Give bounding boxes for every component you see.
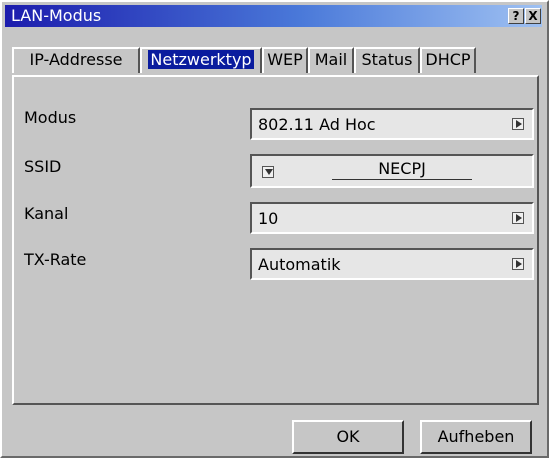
ssid-field[interactable]: NECPJ <box>250 154 534 188</box>
modus-select[interactable]: 802.11 Ad Hoc <box>250 108 534 140</box>
arrow-right-icon[interactable] <box>512 212 524 224</box>
kanal-value: 10 <box>258 209 279 228</box>
tab-label: WEP <box>267 50 303 69</box>
tab-label: IP-Addresse <box>29 50 123 69</box>
tab-label: DHCP <box>425 50 471 69</box>
window-title: LAN-Modus <box>11 6 102 25</box>
arrow-right-icon[interactable] <box>512 258 524 270</box>
tab-wep[interactable]: WEP <box>262 47 308 73</box>
cancel-button[interactable]: Aufheben <box>420 420 532 454</box>
arrow-right-icon[interactable] <box>512 118 524 130</box>
txrate-value: Automatik <box>258 255 341 274</box>
ssid-label: SSID <box>24 157 62 176</box>
tab-dhcp[interactable]: DHCP <box>420 47 476 73</box>
dialog-window: LAN-Modus ? X IP-Addresse Netzwerktyp WE… <box>0 0 549 458</box>
tab-label: Mail <box>314 50 348 69</box>
kanal-select[interactable]: 10 <box>250 202 534 234</box>
modus-label: Modus <box>24 108 77 127</box>
close-button[interactable]: X <box>525 8 541 24</box>
txrate-label: TX-Rate <box>24 250 87 269</box>
tab-label: Status <box>361 50 413 69</box>
tab-mail[interactable]: Mail <box>308 47 354 73</box>
tab-status[interactable]: Status <box>354 47 420 73</box>
tab-netzwerktyp[interactable]: Netzwerktyp <box>140 47 262 73</box>
txrate-select[interactable]: Automatik <box>250 248 534 280</box>
tab-ip-addresse[interactable]: IP-Addresse <box>12 47 140 73</box>
ok-button[interactable]: OK <box>292 420 404 454</box>
modus-value: 802.11 Ad Hoc <box>258 115 376 134</box>
arrow-down-icon[interactable] <box>262 166 274 178</box>
tab-label: Netzwerktyp <box>148 50 254 69</box>
kanal-label: Kanal <box>24 204 69 223</box>
ssid-value[interactable]: NECPJ <box>332 159 472 180</box>
title-bar: LAN-Modus ? X <box>5 5 542 27</box>
help-button[interactable]: ? <box>508 8 524 24</box>
